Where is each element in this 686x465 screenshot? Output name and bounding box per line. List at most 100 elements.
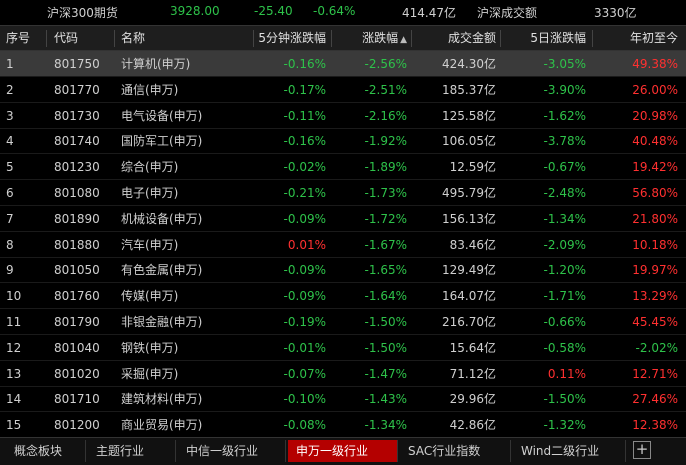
- row-code: 801890: [54, 211, 100, 226]
- tab-0[interactable]: 概念板块: [6, 440, 86, 462]
- row-seq: 11: [6, 315, 22, 329]
- row-change: -1.50%: [364, 340, 407, 355]
- table-row[interactable]: 3 801730 电气设备(申万) -0.11% -2.16% 125.58亿 -1.62%…: [0, 103, 686, 129]
- row-change: -1.72%: [364, 211, 407, 226]
- column-header-seq[interactable]: 序号: [6, 26, 46, 50]
- row-change: -1.43%: [364, 392, 407, 407]
- row-amount: 156.13亿: [442, 211, 496, 226]
- column-header-five-day[interactable]: 5日涨跌幅: [500, 26, 588, 50]
- row-five-min: -0.07%: [283, 366, 326, 381]
- row-code: 801710: [54, 392, 100, 407]
- row-name: 非银金融(申万): [121, 315, 203, 329]
- row-five-day: -1.20%: [543, 263, 586, 278]
- tab-1[interactable]: 主题行业: [88, 440, 176, 462]
- ticker-change-pct: -0.64%: [313, 4, 356, 18]
- tab-4[interactable]: SAC行业指数: [400, 440, 511, 462]
- row-five-min: -0.17%: [283, 82, 326, 97]
- row-ytd: 12.71%: [632, 366, 678, 381]
- table-row[interactable]: 12 801040 钢铁(申万) -0.01% -1.50% 15.64亿 -0.58% -2…: [0, 335, 686, 361]
- table-row[interactable]: 2 801770 通信(申万) -0.17% -2.51% 185.37亿 -3.90% 26…: [0, 77, 686, 103]
- row-seq: 14: [6, 392, 22, 407]
- row-five-min: -0.09%: [283, 211, 326, 226]
- column-header-change[interactable]: 涨跌幅 ▲: [331, 26, 409, 50]
- row-code: 801020: [54, 366, 100, 381]
- row-five-day: -1.50%: [543, 392, 586, 407]
- column-header-ytd[interactable]: 年初至今: [592, 26, 680, 50]
- row-code: 801730: [54, 108, 100, 123]
- row-five-day: -1.34%: [543, 211, 586, 226]
- tab-2[interactable]: 中信一级行业: [178, 440, 286, 462]
- table-row[interactable]: 13 801020 采掘(申万) -0.07% -1.47% 71.12亿 0.11% 12.…: [0, 361, 686, 387]
- row-name: 国防军工(申万): [121, 134, 203, 149]
- row-name: 建筑材料(申万): [121, 392, 203, 407]
- row-name: 采掘(申万): [121, 366, 179, 381]
- table-row[interactable]: 7 801890 机械设备(申万) -0.09% -1.72% 156.13亿 -1.34%…: [0, 206, 686, 232]
- row-seq: 2: [6, 82, 14, 97]
- column-header-amount[interactable]: 成交金额: [411, 26, 498, 50]
- row-name: 电气设备(申万): [121, 108, 203, 123]
- row-five-day: -1.62%: [543, 108, 586, 123]
- table-row[interactable]: 9 801050 有色金属(申万) -0.09% -1.65% 129.49亿 -1.20%…: [0, 257, 686, 284]
- row-seq: 7: [6, 211, 14, 226]
- row-amount: 125.58亿: [442, 108, 496, 123]
- row-code: 801200: [54, 418, 100, 433]
- tab-5[interactable]: Wind二级行业: [513, 440, 626, 462]
- column-header-five-min[interactable]: 5分钟涨跌幅: [253, 26, 328, 50]
- row-five-min: -0.21%: [283, 186, 326, 200]
- ticker-name[interactable]: 沪深300期货: [47, 4, 118, 21]
- table-row[interactable]: 14 801710 建筑材料(申万) -0.10% -1.43% 29.96亿 -1.50%…: [0, 386, 686, 413]
- row-change: -2.51%: [364, 82, 407, 97]
- row-code: 801750: [54, 57, 100, 71]
- row-ytd: 21.80%: [632, 211, 678, 226]
- row-five-min: -0.01%: [283, 340, 326, 355]
- row-amount: 29.96亿: [449, 392, 496, 407]
- column-header-code[interactable]: 代码: [54, 26, 114, 50]
- row-five-day: -3.78%: [543, 134, 586, 149]
- row-five-day: 0.11%: [547, 366, 586, 381]
- row-seq: 4: [6, 134, 14, 149]
- row-amount: 216.70亿: [442, 315, 496, 329]
- row-name: 电子(申万): [121, 186, 179, 200]
- row-five-min: -0.09%: [283, 289, 326, 304]
- table-row[interactable]: 10 801760 传媒(申万) -0.09% -1.64% 164.07亿 -1.71% 1…: [0, 283, 686, 310]
- row-amount: 424.30亿: [442, 57, 496, 71]
- row-seq: 8: [6, 237, 14, 252]
- table-row[interactable]: 1 801750 计算机(申万) -0.16% -2.56% 424.30亿 -3.05% 4…: [0, 51, 686, 77]
- table-row[interactable]: 6 801080 电子(申万) -0.21% -1.73% 495.79亿 -2.48% 56…: [0, 180, 686, 206]
- row-five-min: -0.09%: [283, 263, 326, 278]
- row-five-min: -0.02%: [283, 160, 326, 175]
- add-tab-icon[interactable]: +: [633, 441, 651, 459]
- table-row[interactable]: 5 801230 综合(申万) -0.02% -1.89% 12.59亿 -0.67% 19.…: [0, 154, 686, 181]
- column-header-name[interactable]: 名称: [121, 26, 241, 50]
- ticker-price: 3928.00: [170, 4, 220, 18]
- row-five-day: -2.48%: [543, 186, 586, 200]
- sort-ascending-icon: ▲: [400, 35, 407, 45]
- column-header-change-label: 涨跌幅: [362, 31, 399, 45]
- row-code: 801740: [54, 134, 100, 149]
- row-ytd: -2.02%: [635, 340, 678, 355]
- row-five-day: -1.32%: [543, 418, 586, 433]
- row-ytd: 56.80%: [632, 186, 678, 200]
- row-amount: 495.79亿: [442, 186, 496, 200]
- row-five-day: -0.66%: [543, 315, 586, 329]
- table-row[interactable]: 11 801790 非银金融(申万) -0.19% -1.50% 216.70亿 -0.66…: [0, 309, 686, 335]
- row-name: 通信(申万): [121, 82, 179, 97]
- row-seq: 15: [6, 418, 22, 433]
- table-row[interactable]: 8 801880 汽车(申万) 0.01% -1.67% 83.46亿 -2.09% 10.1…: [0, 232, 686, 258]
- row-code: 801040: [54, 340, 100, 355]
- row-five-min: 0.01%: [287, 237, 326, 252]
- row-name: 机械设备(申万): [121, 211, 203, 226]
- row-ytd: 27.46%: [632, 392, 678, 407]
- row-ytd: 19.97%: [632, 263, 678, 278]
- table-row[interactable]: 4 801740 国防军工(申万) -0.16% -1.92% 106.05亿 -3.78%…: [0, 128, 686, 155]
- row-amount: 185.37亿: [442, 82, 496, 97]
- row-amount: 71.12亿: [449, 366, 496, 381]
- row-ytd: 12.38%: [632, 418, 678, 433]
- table-row[interactable]: 15 801200 商业贸易(申万) -0.08% -1.34% 42.86亿 -1.32%…: [0, 412, 686, 439]
- row-code: 801770: [54, 82, 100, 97]
- row-change: -1.64%: [364, 289, 407, 304]
- tab-3[interactable]: 申万一级行业: [288, 440, 398, 462]
- row-seq: 5: [6, 160, 14, 175]
- row-five-day: -1.71%: [543, 289, 586, 304]
- row-name: 商业贸易(申万): [121, 418, 203, 433]
